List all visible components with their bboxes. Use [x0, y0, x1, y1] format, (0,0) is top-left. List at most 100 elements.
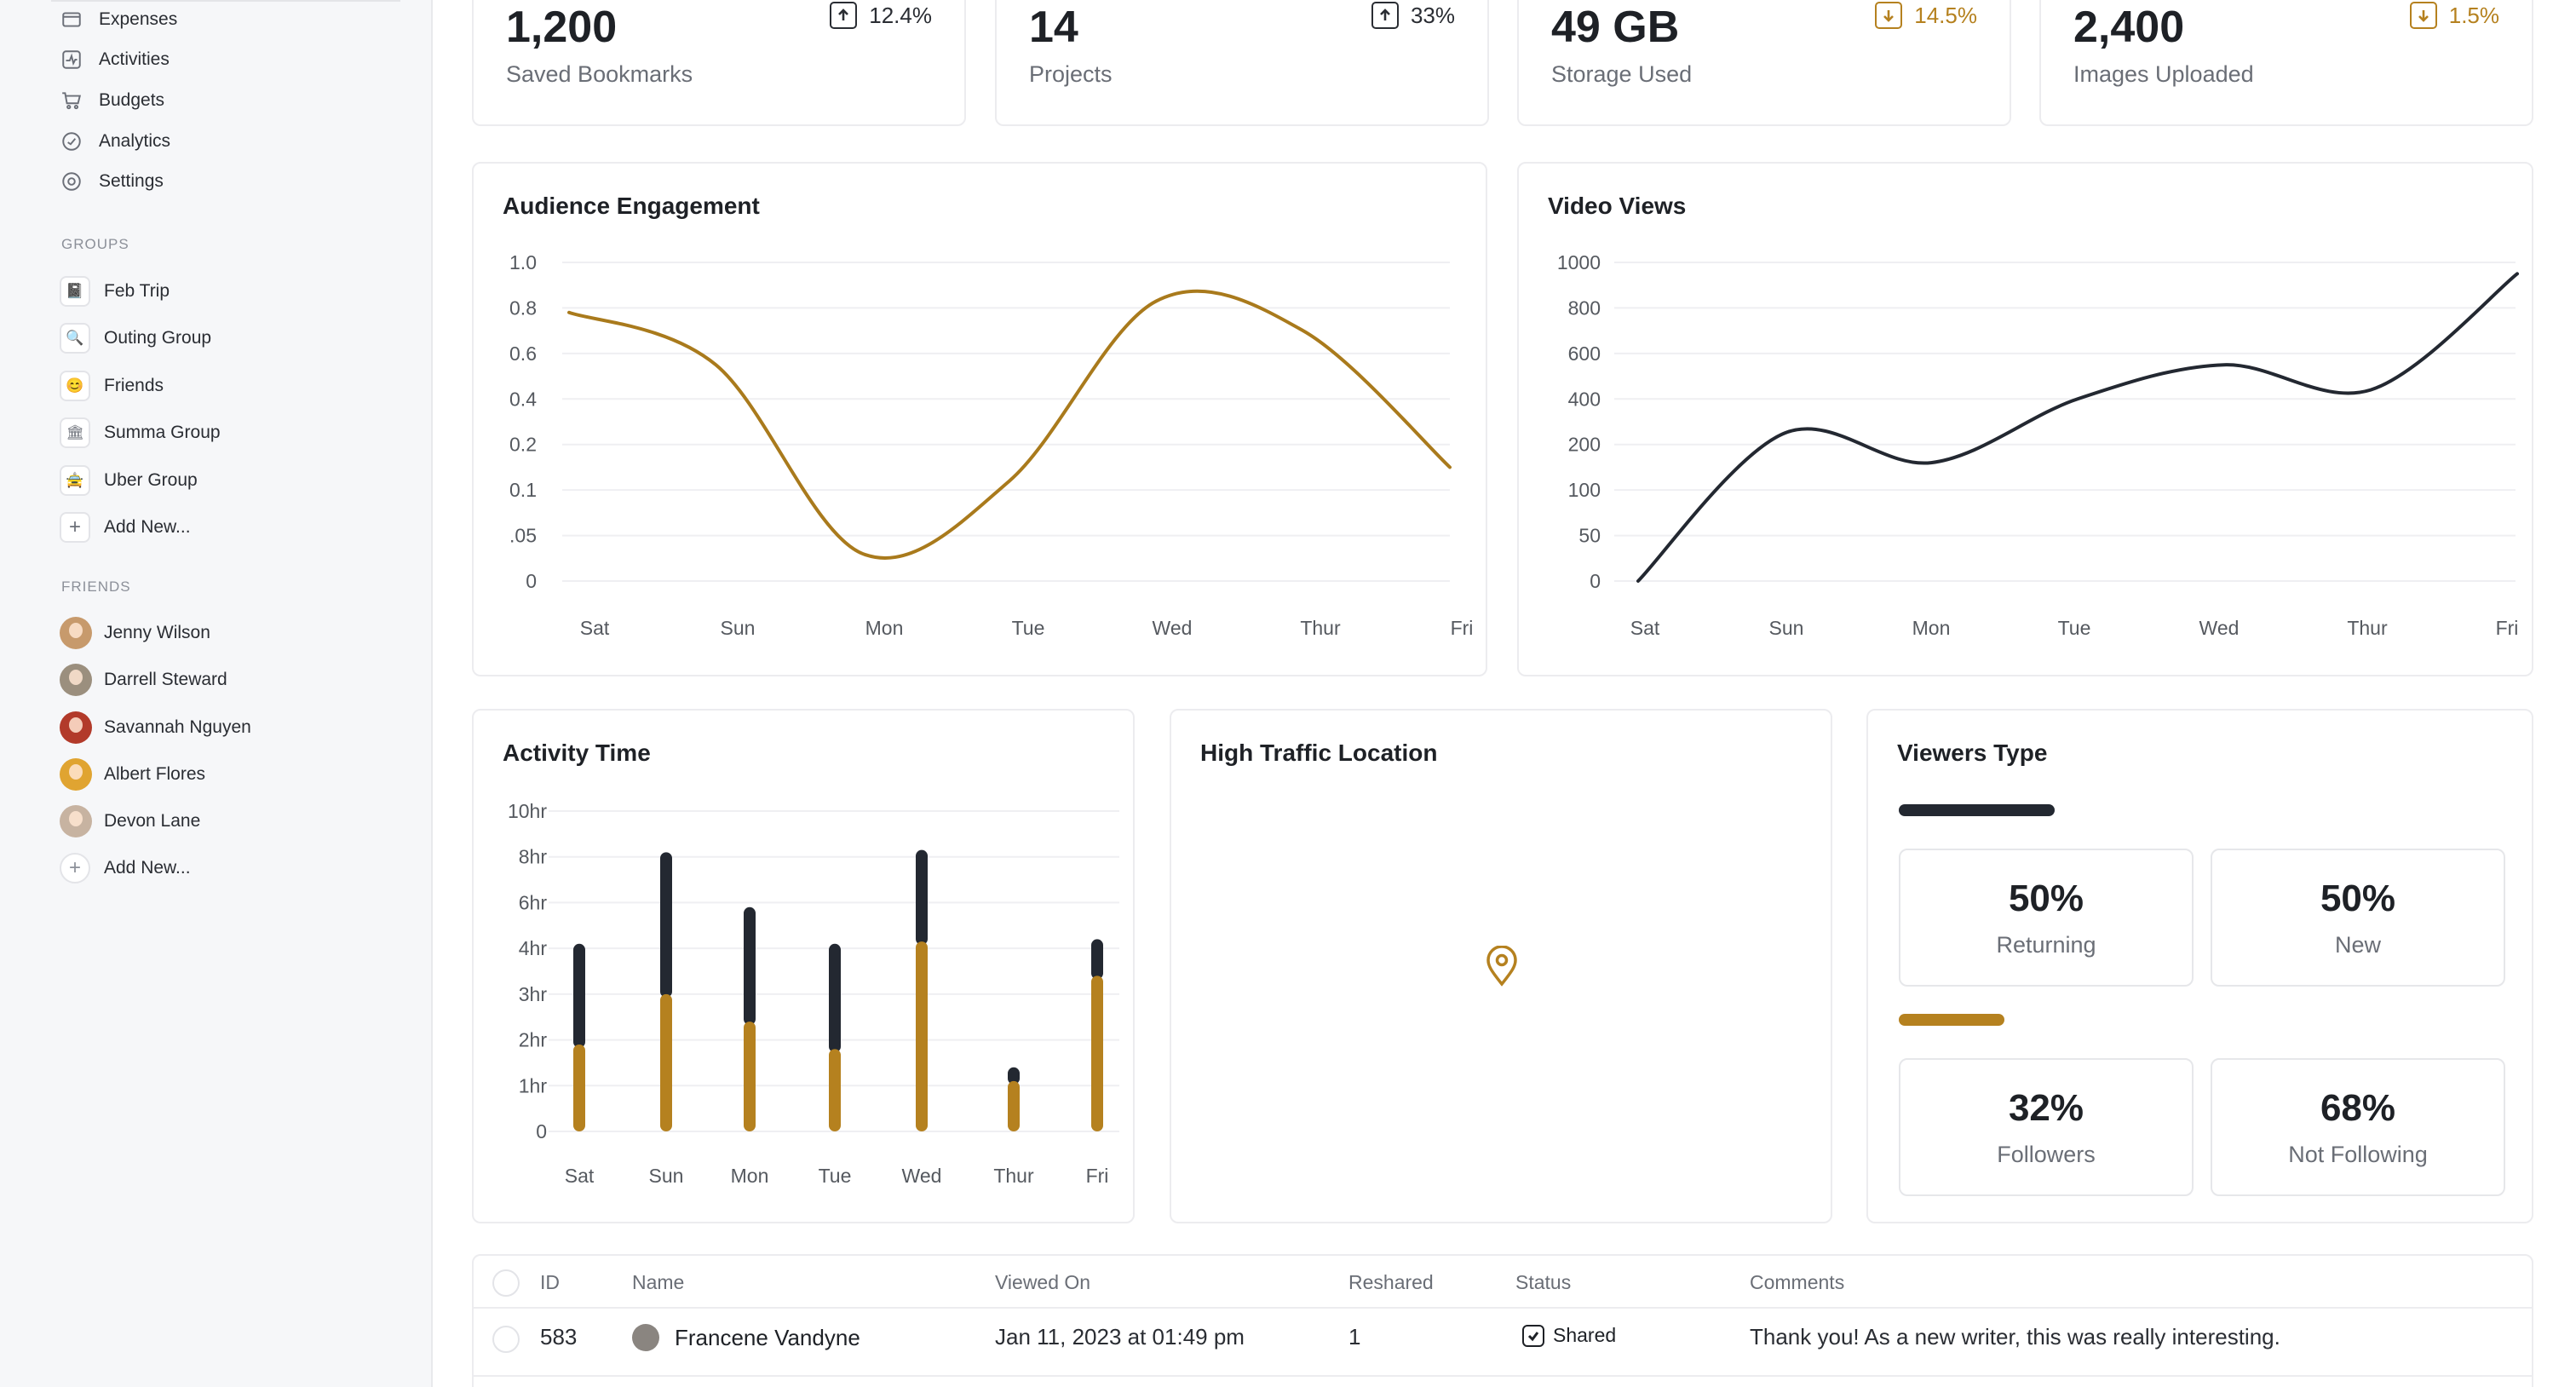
bar-segment-gold	[744, 1022, 756, 1131]
y-tick-label: 6hr	[519, 891, 548, 913]
cell-comment: Thank you! As a new writer, this was rea…	[1750, 1324, 2280, 1350]
cell-name[interactable]: Francene Vandyne	[632, 1324, 860, 1351]
viewers-stat-returning: 50% Returning	[1899, 849, 2194, 987]
avatar	[60, 758, 92, 791]
bar-segment-gold	[660, 993, 672, 1131]
group-item-outing-group[interactable]: 🔍 Outing Group	[60, 321, 211, 355]
sidebar-item-label: Budgets	[99, 90, 165, 110]
group-label: Summa Group	[104, 423, 221, 442]
column-header-status[interactable]: Status	[1515, 1271, 1571, 1294]
cart-icon	[60, 89, 83, 112]
x-tick-label: Tue	[1012, 617, 1045, 639]
location-pin-icon[interactable]	[1485, 946, 1519, 987]
y-tick-label: 10hr	[508, 800, 547, 822]
column-header-name[interactable]: Name	[632, 1271, 684, 1294]
sidebar-item-analytics[interactable]: Analytics	[60, 124, 170, 158]
group-label: Uber Group	[104, 470, 198, 490]
add-friend-button[interactable]: + Add New...	[60, 850, 191, 886]
sidebar-item-settings[interactable]: Settings	[60, 164, 164, 199]
x-tick-label: Wed	[2199, 617, 2240, 639]
status-badge: Shared	[1522, 1324, 1616, 1347]
stat-change: 1.5%	[2409, 2, 2499, 29]
y-tick-label: 4hr	[519, 937, 548, 959]
magnifier-icon: 🔍	[60, 323, 90, 354]
select-all-checkbox[interactable]	[492, 1269, 520, 1297]
taxi-icon: 🚖	[60, 465, 90, 496]
group-label: Outing Group	[104, 328, 212, 348]
group-item-uber-group[interactable]: 🚖 Uber Group	[60, 463, 198, 498]
x-tick-label: Wed	[1153, 617, 1193, 639]
y-tick-label: 0	[526, 570, 537, 592]
bar-segment-gold	[829, 1049, 841, 1131]
building-icon: 🏛	[60, 417, 90, 448]
bar-segment-gold	[916, 941, 928, 1131]
stat-change: 33%	[1371, 2, 1455, 29]
audience-engagement-chart: 1.0 0.8 0.6 0.4 0.2 0.1 .05 0 Sat Sun Mon Tue Wed Thu…	[509, 251, 1473, 639]
y-tick-label: 100	[1568, 479, 1601, 501]
sidebar-divider	[51, 0, 400, 2]
x-tick-label: Mon	[731, 1165, 769, 1187]
stat-change: 12.4%	[830, 2, 932, 29]
cell-reshared: 1	[1348, 1324, 1361, 1350]
y-tick-label: 1000	[1557, 251, 1601, 273]
group-label: Friends	[104, 376, 164, 395]
video-views-chart: 1000 800 600 400 200 100 50 0 Sat Sun Mon Tue Wed Thu…	[1557, 251, 2519, 639]
friend-label: Darrell Steward	[104, 670, 227, 689]
y-tick-label: 0	[536, 1120, 547, 1142]
y-tick-label: 50	[1578, 525, 1601, 547]
avatar	[60, 805, 92, 837]
y-tick-label: 400	[1568, 388, 1601, 410]
high-traffic-location-card: High Traffic Location	[1170, 709, 1832, 1223]
friend-item-darrell-steward[interactable]: Darrell Steward	[60, 662, 227, 698]
viewers-label: Followers	[1997, 1142, 2096, 1167]
friend-label: Add New...	[104, 858, 191, 878]
stat-change-value: 14.5%	[1914, 2, 1977, 28]
friend-item-devon-lane[interactable]: Devon Lane	[60, 803, 200, 839]
bar-segment-gold	[573, 1044, 585, 1131]
stat-label: Storage Used	[1551, 61, 1693, 87]
arrow-up-icon	[830, 2, 858, 29]
sidebar-item-label: Settings	[99, 171, 164, 191]
sidebar-item-label: Activities	[99, 49, 170, 69]
stat-value: 2,400	[2073, 3, 2185, 52]
stat-change-value: 12.4%	[869, 2, 932, 28]
cell-id: 583	[540, 1324, 578, 1350]
viewers-stat-new: 50% New	[2211, 849, 2505, 987]
viewers-type-card: Viewers Type 50% Returning 50% New 32% F…	[1866, 709, 2533, 1223]
wallet-icon	[60, 8, 83, 32]
table-divider	[474, 1307, 2532, 1309]
notebook-icon: 📓	[60, 276, 90, 307]
friend-item-savannah-nguyen[interactable]: Savannah Nguyen	[60, 710, 251, 745]
friend-item-albert-flores[interactable]: Albert Flores	[60, 757, 205, 792]
bar-segment-dark	[829, 943, 841, 1053]
column-header-comments[interactable]: Comments	[1750, 1271, 1844, 1294]
sidebar-item-expenses[interactable]: Expenses	[60, 3, 177, 37]
y-tick-label: 2hr	[519, 1029, 548, 1051]
stat-change: 14.5%	[1875, 2, 1977, 29]
stat-value: 1,200	[506, 3, 618, 52]
audience-engagement-card: Audience Engagement 1.0 0.8 0.6 0.4 0.2 0.1.0…	[472, 162, 1487, 676]
bar-segment-dark	[1091, 939, 1103, 980]
column-header-viewed-on[interactable]: Viewed On	[995, 1271, 1090, 1294]
friend-label: Jenny Wilson	[104, 623, 210, 642]
x-tick-label: Wed	[902, 1165, 942, 1187]
y-tick-label: 0.4	[509, 388, 537, 410]
group-item-friends[interactable]: 😊 Friends	[60, 369, 164, 403]
viewers-pct: 50%	[2008, 878, 2084, 919]
column-header-reshared[interactable]: Reshared	[1348, 1271, 1434, 1294]
groups-heading: GROUPS	[61, 236, 129, 252]
cell-viewed-on: Jan 11, 2023 at 01:49 pm	[995, 1324, 1245, 1350]
sidebar-item-activities[interactable]: Activities	[60, 43, 170, 77]
add-group-button[interactable]: + Add New...	[60, 510, 191, 544]
row-checkbox[interactable]	[492, 1326, 520, 1353]
cell-status: Shared	[1522, 1324, 1616, 1347]
column-header-id[interactable]: ID	[540, 1271, 560, 1294]
plus-icon: +	[60, 512, 90, 543]
group-label: Add New...	[104, 517, 191, 537]
sidebar-item-budgets[interactable]: Budgets	[60, 83, 164, 118]
y-tick-label: 600	[1568, 342, 1601, 365]
group-item-summa-group[interactable]: 🏛 Summa Group	[60, 416, 221, 450]
group-item-feb-trip[interactable]: 📓 Feb Trip	[60, 274, 170, 308]
friend-item-jenny-wilson[interactable]: Jenny Wilson	[60, 615, 210, 651]
arrow-down-icon	[2409, 2, 2437, 29]
